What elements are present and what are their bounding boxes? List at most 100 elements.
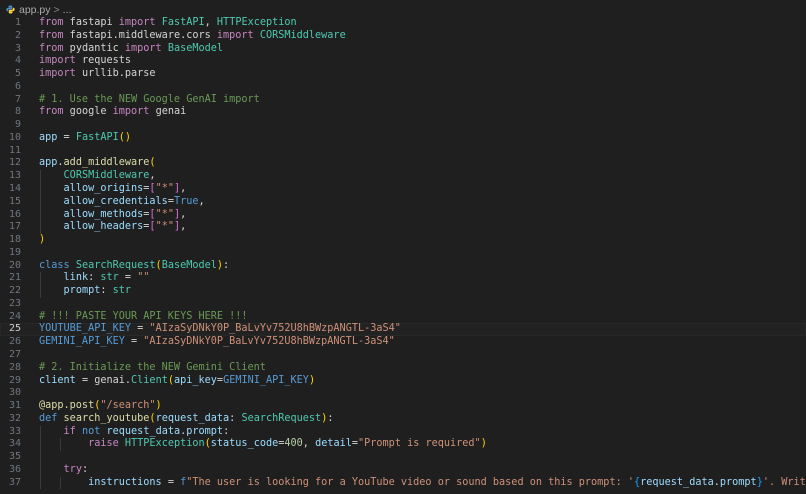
code-line[interactable]: 25 YOUTUBE_API_KEY = "AIzaSyDNkY0P_BaLvYv… xyxy=(0,323,806,337)
code-token: app xyxy=(39,131,58,143)
code-line[interactable]: 6 xyxy=(0,81,806,94)
breadcrumb-symbol[interactable]: ... xyxy=(63,4,72,16)
line-number: 36 xyxy=(8,463,21,475)
code-text: import requests xyxy=(39,55,131,68)
python-file-icon xyxy=(6,5,15,14)
code-token: prompt xyxy=(63,285,101,297)
code-token: allow_methods xyxy=(63,208,144,220)
code-token: request_data xyxy=(106,425,181,437)
code-line[interactable]: 20 class SearchRequest(BaseModel): xyxy=(0,260,806,273)
code-token: GEMINI_API_KEY xyxy=(223,374,309,386)
code-editor[interactable]: 1 from fastapi import FastAPI, HTTPExcept… xyxy=(0,17,806,494)
code-token: allow_credentials xyxy=(63,195,168,207)
code-line[interactable]: 35 xyxy=(0,451,806,464)
code-line[interactable]: 30 xyxy=(0,387,806,400)
code-token: = xyxy=(118,272,138,284)
code-text: allow_credentials=True, xyxy=(39,196,205,209)
code-line[interactable]: 19 xyxy=(0,247,806,260)
code-line[interactable]: 2 from fastapi.middleware.cors import COR… xyxy=(0,30,806,43)
code-text: try: xyxy=(39,464,89,477)
code-text: # !!! PASTE YOUR API KEYS HERE !!! xyxy=(39,311,248,324)
code-token: "The user is looking for a YouTube video… xyxy=(186,476,634,488)
breadcrumb-separator: > xyxy=(53,3,60,16)
code-line[interactable]: 8 from google import genai xyxy=(0,106,806,119)
code-line[interactable]: 13 CORSMiddleware, xyxy=(0,170,806,183)
code-line[interactable]: 9 xyxy=(0,119,806,132)
code-line[interactable]: 17 allow_headers=["*"], xyxy=(0,221,806,235)
code-token: prompt xyxy=(719,476,757,488)
code-token: "*" xyxy=(155,183,174,194)
code-line[interactable]: 29 client = genai.Client(api_key=GEMINI_A… xyxy=(0,375,806,388)
code-token: , xyxy=(180,183,187,194)
code-token: api_key xyxy=(173,374,217,386)
code-token: fastapi xyxy=(63,17,119,28)
code-line[interactable]: 12 app.add_middleware( xyxy=(0,157,806,170)
code-token: search_youtube xyxy=(63,412,150,424)
code-token: detail xyxy=(315,438,352,450)
code-token: genai xyxy=(149,106,187,118)
line-number: 33 xyxy=(8,425,21,437)
code-token: "*" xyxy=(155,221,174,233)
code-line[interactable]: 37 instructions = f"The user is looking … xyxy=(0,476,806,490)
code-token: = xyxy=(57,131,76,143)
code-line[interactable]: 5 import urllib.parse xyxy=(0,68,806,81)
code-line[interactable]: 33 if not request_data.prompt: xyxy=(0,425,806,439)
code-line[interactable]: 28 # 2. Initialize the NEW Gemini Client xyxy=(0,362,806,375)
code-text: from pydantic import BaseModel xyxy=(39,43,223,56)
code-token: BaseModel xyxy=(161,259,217,271)
code-token: "AIzaSyDNkY0P_BaLvYv752U8hBWzpANGTL-3aS4… xyxy=(143,336,395,348)
code-line[interactable]: 11 xyxy=(0,145,806,158)
code-line[interactable]: 16 allow_methods=["*"], xyxy=(0,208,806,222)
code-token: prompt xyxy=(186,425,224,437)
code-text: app.add_middleware( xyxy=(39,157,156,170)
code-token: : xyxy=(100,285,113,297)
line-number: 5 xyxy=(14,68,21,80)
code-line[interactable]: 21 link: str = "" xyxy=(0,272,806,286)
code-token: import xyxy=(124,42,162,54)
code-line[interactable]: 1 from fastapi import FastAPI, HTTPExcept… xyxy=(0,17,806,30)
code-text: CORSMiddleware, xyxy=(39,170,156,183)
code-line[interactable]: 23 xyxy=(0,298,806,311)
line-number: 8 xyxy=(14,106,21,118)
code-line[interactable]: 10 app = FastAPI() xyxy=(0,132,806,145)
breadcrumb-file[interactable]: app.py xyxy=(19,4,51,16)
line-number: 2 xyxy=(14,29,21,41)
code-line[interactable]: 34 raise HTTPException(status_code=400, … xyxy=(0,438,806,452)
code-line[interactable]: 27 xyxy=(0,349,806,362)
code-line[interactable]: 26 GEMINI_API_KEY = "AIzaSyDNkY0P_BaLvYv7… xyxy=(0,336,806,349)
line-number: 18 xyxy=(8,234,21,246)
code-token: = xyxy=(75,374,95,386)
code-line[interactable]: 24 # !!! PASTE YOUR API KEYS HERE !!! xyxy=(0,311,806,324)
line-number: 37 xyxy=(8,476,21,488)
line-number: 17 xyxy=(8,221,21,233)
code-line[interactable]: 15 allow_credentials=True, xyxy=(0,195,806,209)
code-token: YOUTUBE_API_KEY xyxy=(39,323,132,335)
code-line[interactable]: 32 def search_youtube(request_data: Searc… xyxy=(0,413,806,426)
code-token: HTTPException xyxy=(216,17,297,28)
code-token: import xyxy=(112,106,150,118)
code-line[interactable]: 7 # 1. Use the NEW Google GenAI import xyxy=(0,94,806,107)
code-token: , xyxy=(149,170,156,182)
line-number: 16 xyxy=(8,208,21,220)
code-line[interactable]: 18) xyxy=(0,234,806,247)
code-token: import xyxy=(39,55,76,67)
code-line[interactable]: 22 prompt: str xyxy=(0,285,806,298)
code-text: class SearchRequest(BaseModel): xyxy=(39,260,229,273)
code-token: "AIzaSyDNkY0P_BaLvYv752U8hBWzpANGTL-3aS4… xyxy=(149,323,401,335)
line-number: 1 xyxy=(14,17,21,28)
line-number: 9 xyxy=(14,119,21,131)
code-token: status_code xyxy=(210,438,279,450)
code-line[interactable]: 14 allow_origins=["*"], xyxy=(0,183,806,196)
code-line[interactable]: 3 from pydantic import BaseModel xyxy=(0,43,806,56)
line-number: 28 xyxy=(8,361,21,373)
code-token: CORSMiddleware xyxy=(253,29,346,41)
code-line[interactable]: 36 try: xyxy=(0,463,806,477)
code-line[interactable]: 4 import requests xyxy=(0,55,806,68)
code-line[interactable]: 31 @app.post("/search") xyxy=(0,400,806,413)
code-text: # 1. Use the NEW Google GenAI import xyxy=(39,94,260,107)
code-token: GEMINI_API_KEY xyxy=(39,336,125,348)
code-text: from google import genai xyxy=(39,106,186,119)
